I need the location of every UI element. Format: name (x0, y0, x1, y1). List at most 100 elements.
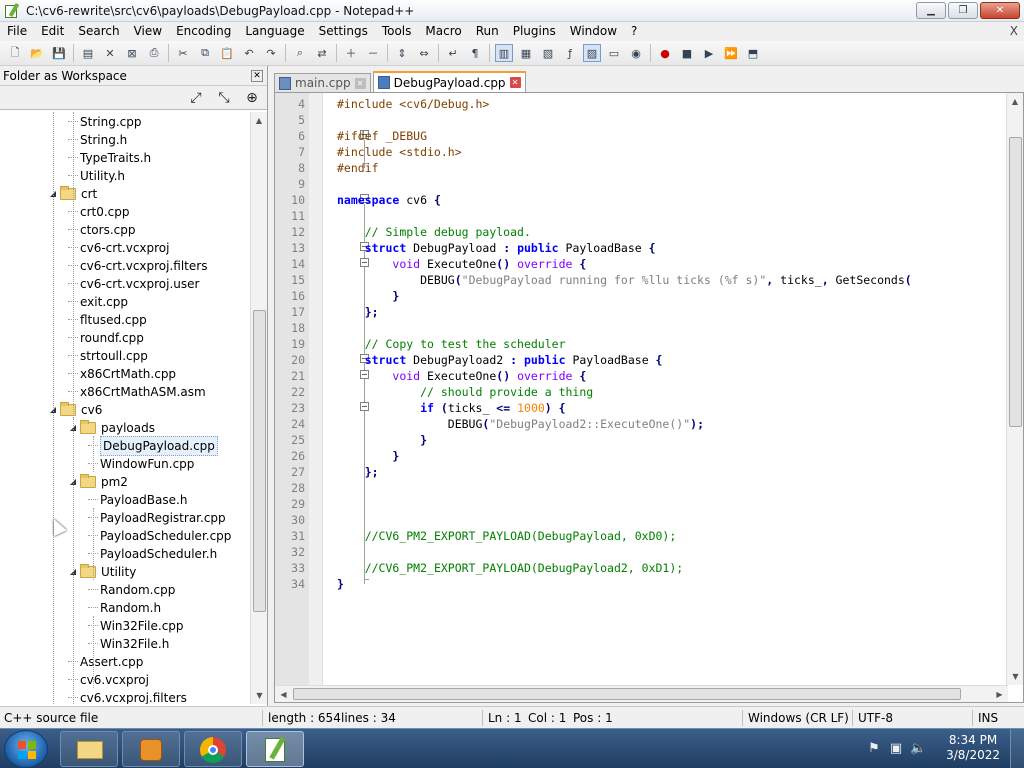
code-line[interactable]: DEBUG("DebugPayload2::ExecuteOne()"); (337, 416, 704, 432)
scroll-up-arrow-icon[interactable]: ▲ (1007, 93, 1023, 110)
show-desktop-button[interactable] (1010, 729, 1024, 768)
tab-main-cpp[interactable]: main.cpp ✕ (274, 73, 371, 92)
stop-macro-icon[interactable]: ■ (678, 44, 696, 62)
scroll-left-arrow-icon[interactable]: ◀ (275, 686, 292, 702)
tree-file[interactable]: Assert.cpp (68, 653, 143, 671)
copy-icon[interactable]: ⧉ (196, 44, 214, 62)
paste-icon[interactable]: 📋 (218, 44, 236, 62)
fold-margin[interactable] (309, 93, 369, 685)
expand-all-icon[interactable]: ⤢ (187, 89, 205, 107)
tree-file[interactable]: String.h (68, 131, 127, 149)
tree-scroll-thumb[interactable] (253, 310, 266, 612)
code-line[interactable]: // should provide a thing (337, 384, 593, 400)
menu-encoding[interactable]: Encoding (169, 22, 238, 41)
find-icon[interactable]: ⌕ (291, 44, 309, 62)
code-line[interactable]: } (337, 288, 399, 304)
panel-close-icon[interactable]: ✕ (251, 69, 263, 82)
tree-file[interactable]: Utility.h (68, 167, 125, 185)
code-area[interactable]: #include <cv6/Debug.h> #ifdef _DEBUG #incl… (337, 96, 1005, 684)
taskbar-media-player-button[interactable] (122, 731, 180, 767)
editor-hscrollbar[interactable]: ◀ ▶ (275, 685, 1008, 702)
code-line[interactable]: //CV6_PM2_EXPORT_PAYLOAD(DebugPayload, 0… (337, 528, 677, 544)
cut-icon[interactable]: ✂ (174, 44, 192, 62)
maximize-button[interactable]: ❐ (948, 2, 978, 19)
code-line[interactable]: void ExecuteOne() override { (337, 368, 586, 384)
tree-folder[interactable]: ◢ payloads (68, 419, 155, 437)
code-line[interactable]: } (337, 576, 344, 592)
tree-file[interactable]: String.cpp (68, 113, 141, 131)
tree-file[interactable]: cv6-crt.vcxproj.filters (68, 257, 207, 275)
code-line[interactable]: struct DebugPayload : public PayloadBase… (337, 240, 656, 256)
menu-view[interactable]: View (127, 22, 169, 41)
collapse-all-icon[interactable]: ⤡ (215, 89, 233, 107)
tab-debugpayload-cpp[interactable]: DebugPayload.cpp ✕ (372, 71, 526, 92)
replace-icon[interactable]: ⇄ (313, 44, 331, 62)
action-center-icon[interactable]: ⚑ (866, 741, 882, 757)
scroll-down-arrow-icon[interactable]: ▼ (1007, 668, 1023, 685)
tab-close-icon[interactable]: ✕ (354, 77, 366, 89)
code-line[interactable]: } (337, 448, 399, 464)
lang-define-icon[interactable]: ▦ (517, 44, 535, 62)
volume-icon[interactable]: 🔈 (910, 741, 926, 757)
close-button[interactable]: ✕ (980, 2, 1020, 19)
function-list-icon[interactable]: ƒ (561, 44, 579, 62)
status-eol[interactable]: Windows (CR LF) (748, 707, 849, 729)
taskbar-chrome-button[interactable] (184, 731, 242, 767)
code-line[interactable]: #endif (337, 160, 379, 176)
clock[interactable]: 8:34 PM 3/8/2022 (946, 733, 1000, 763)
tree-file[interactable]: cv6-crt.vcxproj.user (68, 275, 199, 293)
code-line[interactable]: // Simple debug payload. (337, 224, 531, 240)
tree-file[interactable]: Win32File.cpp (88, 617, 184, 635)
menu-help[interactable]: ? (624, 22, 644, 41)
tree-file[interactable]: Win32File.h (88, 635, 169, 653)
code-editor[interactable]: 4 5 6 7 8 9 10 11 12 13 14 15 16 17 18 19 20 21 22 23 24 25 26… (274, 92, 1024, 703)
tree-file[interactable]: ctors.cpp (68, 221, 135, 239)
code-line[interactable]: } (337, 432, 427, 448)
tree-scrollbar[interactable]: ▲ ▼ (250, 112, 267, 704)
save-macro-icon[interactable]: ⬒ (744, 44, 762, 62)
doc-map-icon[interactable]: ▧ (539, 44, 557, 62)
close-all-icon[interactable]: ⊠ (123, 44, 141, 62)
tree-folder[interactable]: ◢ pm2 (68, 473, 128, 491)
monitor-icon[interactable]: ▭ (605, 44, 623, 62)
status-insert-mode[interactable]: INS (978, 707, 998, 729)
tree-folder[interactable]: ◢ Utility (68, 563, 136, 581)
tree-file[interactable]: strtoull.cpp (68, 347, 148, 365)
tree-file[interactable]: cv6-crt.vcxproj (68, 239, 169, 257)
code-line[interactable]: //CV6_PM2_EXPORT_PAYLOAD(DebugPayload2, … (337, 560, 684, 576)
save-icon[interactable]: 💾 (50, 44, 68, 62)
code-line[interactable]: #include <stdio.h> (337, 144, 462, 160)
locate-current-file-icon[interactable]: ⊕ (243, 89, 261, 107)
folder-workspace-icon[interactable]: ▨ (583, 44, 601, 62)
status-encoding[interactable]: UTF-8 (858, 707, 893, 729)
tree-file[interactable]: PayloadScheduler.cpp (88, 527, 231, 545)
tree-file[interactable]: exit.cpp (68, 293, 128, 311)
indent-guide-icon[interactable]: ▥ (495, 44, 513, 62)
menu-language[interactable]: Language (238, 22, 311, 41)
tree-file[interactable]: Random.h (88, 599, 161, 617)
editor-vscrollbar[interactable]: ▲ ▼ (1006, 93, 1023, 685)
scroll-down-arrow-icon[interactable]: ▼ (251, 687, 268, 704)
open-file-icon[interactable]: 📂 (28, 44, 46, 62)
eye-icon[interactable]: ◉ (627, 44, 645, 62)
tree-file[interactable]: DebugPayload.cpp (88, 436, 218, 456)
menu-run[interactable]: Run (469, 22, 506, 41)
tree-file[interactable]: fltused.cpp (68, 311, 147, 329)
code-line[interactable]: // Copy to test the scheduler (337, 336, 566, 352)
new-file-icon[interactable]: 🗋 (6, 44, 24, 62)
play-macro-icon[interactable]: ▶ (700, 44, 718, 62)
run-macro-multiple-icon[interactable]: ⏩ (722, 44, 740, 62)
tab-close-icon[interactable]: ✕ (509, 77, 521, 88)
print-icon[interactable]: ⎙ (145, 44, 163, 62)
tree-file[interactable]: roundf.cpp (68, 329, 144, 347)
tree-file[interactable]: Random.cpp (88, 581, 175, 599)
tree-file[interactable]: PayloadBase.h (88, 491, 187, 509)
tree-file[interactable]: cv6.vcxproj (68, 671, 149, 689)
tree-file[interactable]: TypeTraits.h (68, 149, 151, 167)
show-all-chars-icon[interactable]: ¶ (466, 44, 484, 62)
scroll-right-arrow-icon[interactable]: ▶ (991, 686, 1008, 702)
code-line[interactable]: #ifdef _DEBUG (337, 128, 427, 144)
start-button[interactable] (4, 730, 48, 768)
code-line[interactable]: namespace cv6 { (337, 192, 441, 208)
code-line[interactable]: }; (337, 464, 379, 480)
